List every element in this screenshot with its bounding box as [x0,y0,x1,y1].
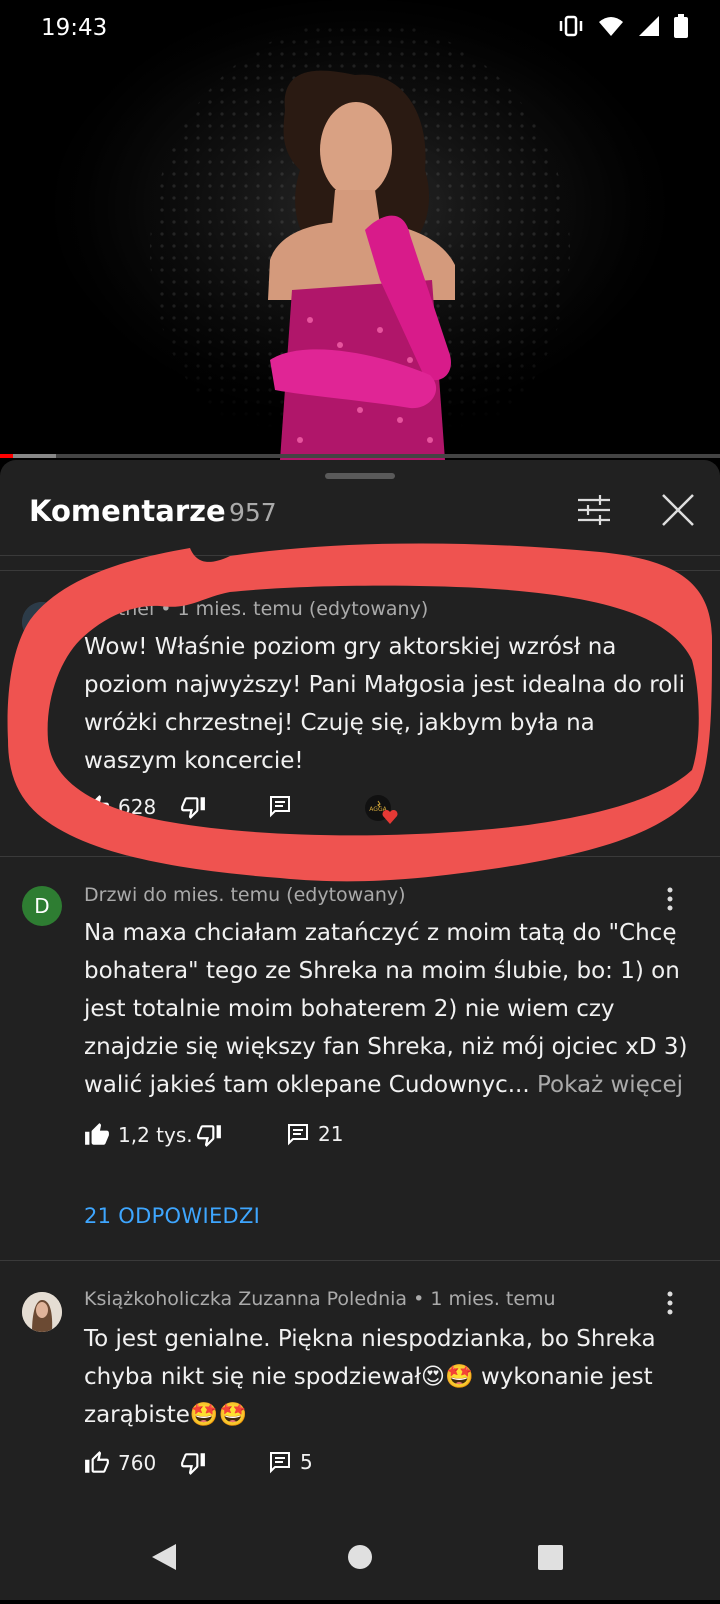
dislike-button[interactable] [196,1122,222,1148]
like-count: 1,2 tys. [118,1123,193,1147]
reply-count: 21 [318,1122,344,1146]
show-more-link[interactable]: Pokaż więcej [537,1072,683,1098]
close-comments-button[interactable] [658,490,698,530]
comment-menu-button[interactable] [658,884,682,914]
like-button[interactable]: 1,2 tys. [84,1122,193,1148]
comment-text: To jest genialne. Piękna niespodzianka, … [84,1326,656,1428]
video-player[interactable] [0,0,720,460]
video-progress-fill [0,454,13,458]
comment-meta: Drzwi do mies. temu (edytowany) [84,884,406,906]
status-time: 19:43 [41,15,108,41]
video-buffer-bar [13,454,56,458]
reply-icon [270,1452,290,1474]
comment-meta: Grethel • 1 mies. temu (edytowany) [84,598,429,620]
thumbs-up-filled-icon [85,1123,109,1145]
vibrate-icon [559,15,583,37]
battery-icon [674,14,688,38]
reply-icon [288,1124,308,1146]
robot-avatar-icon [22,602,62,642]
more-vertical-icon [667,1291,673,1315]
home-icon[interactable] [348,1545,372,1569]
like-count: 628 [118,795,157,819]
dislike-button[interactable] [180,794,206,820]
avatar[interactable] [22,1292,62,1332]
reply-button[interactable] [268,794,292,818]
comment-text: Na maxa chciałam zatańczyć z moim tatą d… [84,914,694,1104]
creator-heart-icon: AGGA [365,795,398,824]
thumbs-down-icon [197,1125,221,1147]
comment-divider [0,1260,720,1261]
nav-buttons [152,1544,563,1570]
comment-divider [0,856,720,857]
comments-title: Komentarze [29,494,226,528]
comments-count: 957 [229,498,277,527]
video-frame-singer [0,0,720,460]
thumbs-down-icon [181,1453,205,1475]
avatar[interactable]: D [22,886,62,926]
more-vertical-icon [667,887,673,911]
sliders-icon [578,495,610,525]
back-icon[interactable] [152,1544,176,1570]
header-divider [0,555,720,556]
comments-panel: Komentarze 957 Grethel • 1 mies. temu (e… [0,460,720,1535]
like-button[interactable]: 760 [84,1450,156,1476]
reply-count: 5 [300,1450,313,1474]
status-bar: 19:43 [0,0,720,56]
section-divider [0,570,720,571]
comment-menu-button[interactable] [658,1288,682,1318]
view-replies-link[interactable]: 21 ODPOWIEDZI [84,1204,260,1228]
creator-heart-badge: AGGA [364,794,400,826]
like-count: 760 [118,1451,157,1475]
wifi-icon [599,17,623,36]
reply-button[interactable]: 5 [268,1450,313,1474]
cellular-signal-icon [639,16,659,36]
thumbs-up-filled-icon [85,795,109,817]
dislike-button[interactable] [180,1450,206,1476]
recents-icon[interactable] [538,1545,563,1570]
close-icon [662,494,694,526]
sort-comments-button[interactable] [574,490,614,530]
comment-meta: Książkoholiczka Zuzanna Polednia • 1 mie… [84,1288,556,1310]
video-progress-bar[interactable] [0,454,720,458]
drag-handle[interactable] [325,473,395,479]
comment-text: Wow! Właśnie poziom gry aktorskiej wzrós… [84,634,686,774]
comment-actions: 628 AGGA [84,794,604,834]
system-nav-bar [0,1535,720,1600]
thumbs-up-outline-icon [85,1451,109,1473]
reply-button[interactable]: 21 [286,1122,343,1146]
person-avatar-icon [22,1292,62,1332]
thumbs-down-icon [181,797,205,819]
comment-actions: 1,2 tys. 21 [84,1122,604,1162]
comment-actions: 760 5 [84,1450,604,1490]
like-button[interactable]: 628 [84,794,156,820]
avatar[interactable] [22,602,62,642]
reply-icon [270,796,290,818]
